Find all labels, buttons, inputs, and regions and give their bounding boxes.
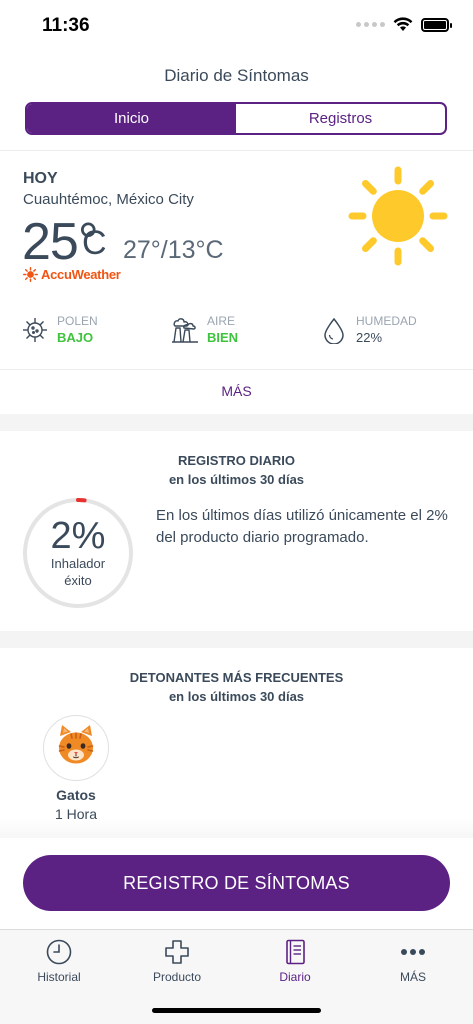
pollen-icon: [23, 318, 47, 342]
clock-icon: [46, 939, 72, 965]
tab-producto-label: Producto: [152, 970, 202, 984]
signal-icon: [356, 22, 385, 27]
accuweather-sun-icon: [23, 267, 38, 282]
metric-humidity-value: 22%: [356, 330, 383, 345]
metric-pollen-label: POLEN: [57, 314, 98, 328]
weather-unit: C: [82, 224, 107, 262]
tab-historial-label: Historial: [37, 970, 81, 984]
header-divider: [0, 150, 473, 151]
tab-diario-label: Diario: [279, 970, 311, 984]
weather-range: 27°/13°C: [123, 236, 224, 264]
weather-day: HOY: [23, 170, 58, 187]
more-dots-icon: [401, 949, 425, 955]
weather-metrics: POLEN BAJO AIRE BIEN HUMEDAD 22%: [0, 312, 473, 352]
accuweather-text: AccuWeather: [41, 267, 121, 282]
triggers-subtitle: en los últimos 30 días: [168, 689, 305, 704]
battery-icon: [421, 17, 452, 32]
trigger-name: Gatos: [56, 787, 96, 803]
weather-divider: [0, 369, 473, 370]
metric-humidity-label: HUMEDAD: [356, 314, 417, 328]
water-drop-icon: [324, 317, 344, 344]
weather-more-link[interactable]: MÁS: [0, 383, 473, 399]
wifi-icon: [393, 17, 413, 31]
tab-diario[interactable]: Diario: [236, 938, 354, 988]
segmented-control: Inicio Registros: [25, 102, 447, 135]
page-title: Diario de Síntomas: [164, 66, 309, 85]
daily-log-card: REGISTRO DIARIO en los últimos 30 días 2…: [0, 431, 473, 631]
home-indicator: [152, 1008, 321, 1013]
cta-area: REGISTRO DE SÍNTOMAS: [0, 838, 473, 930]
daily-log-subtitle: en los últimos 30 días: [168, 472, 305, 487]
accuweather-logo: AccuWeather: [23, 267, 121, 282]
segment-registros[interactable]: Registros: [236, 104, 445, 133]
trigger-item[interactable]: [43, 715, 109, 781]
air-quality-icon: [172, 318, 198, 343]
metric-air-value: BIEN: [207, 330, 239, 345]
cat-icon: [58, 725, 94, 764]
triggers-title: DETONANTES MÁS FRECUENTES: [129, 670, 344, 685]
metric-pollen-value: BAJO: [57, 330, 94, 345]
scroll-fade: [0, 818, 473, 840]
journal-icon: [286, 939, 305, 965]
section-gap: [0, 631, 473, 648]
progress-label-inhaler: Inhalador: [50, 556, 106, 571]
medical-cross-icon: [165, 940, 189, 964]
triggers-card: DETONANTES MÁS FRECUENTES en los últimos…: [0, 648, 473, 838]
tab-historial[interactable]: Historial: [0, 938, 118, 988]
status-icons: [356, 17, 452, 32]
tab-mas[interactable]: MÁS: [354, 938, 472, 988]
weather-location: Cuauhtémoc, México City: [23, 191, 194, 208]
tab-mas-label: MÁS: [399, 970, 426, 984]
progress-percent: 2%: [50, 515, 106, 557]
status-time: 11:36: [42, 15, 90, 36]
tab-producto[interactable]: Producto: [118, 938, 236, 988]
segment-inicio[interactable]: Inicio: [27, 104, 236, 133]
sun-icon: [348, 166, 448, 266]
weather-card: HOY Cuauhtémoc, México City 25° C 27°/13…: [0, 152, 473, 414]
progress-label-success: éxito: [64, 573, 92, 588]
daily-log-title: REGISTRO DIARIO: [177, 453, 295, 468]
status-bar: 11:36: [0, 0, 473, 52]
register-symptoms-button[interactable]: REGISTRO DE SÍNTOMAS: [23, 855, 450, 911]
section-gap: [0, 414, 473, 431]
daily-log-description: En los últimos días utilizó únicamente e…: [156, 507, 448, 546]
metric-air-label: AIRE: [207, 314, 236, 328]
